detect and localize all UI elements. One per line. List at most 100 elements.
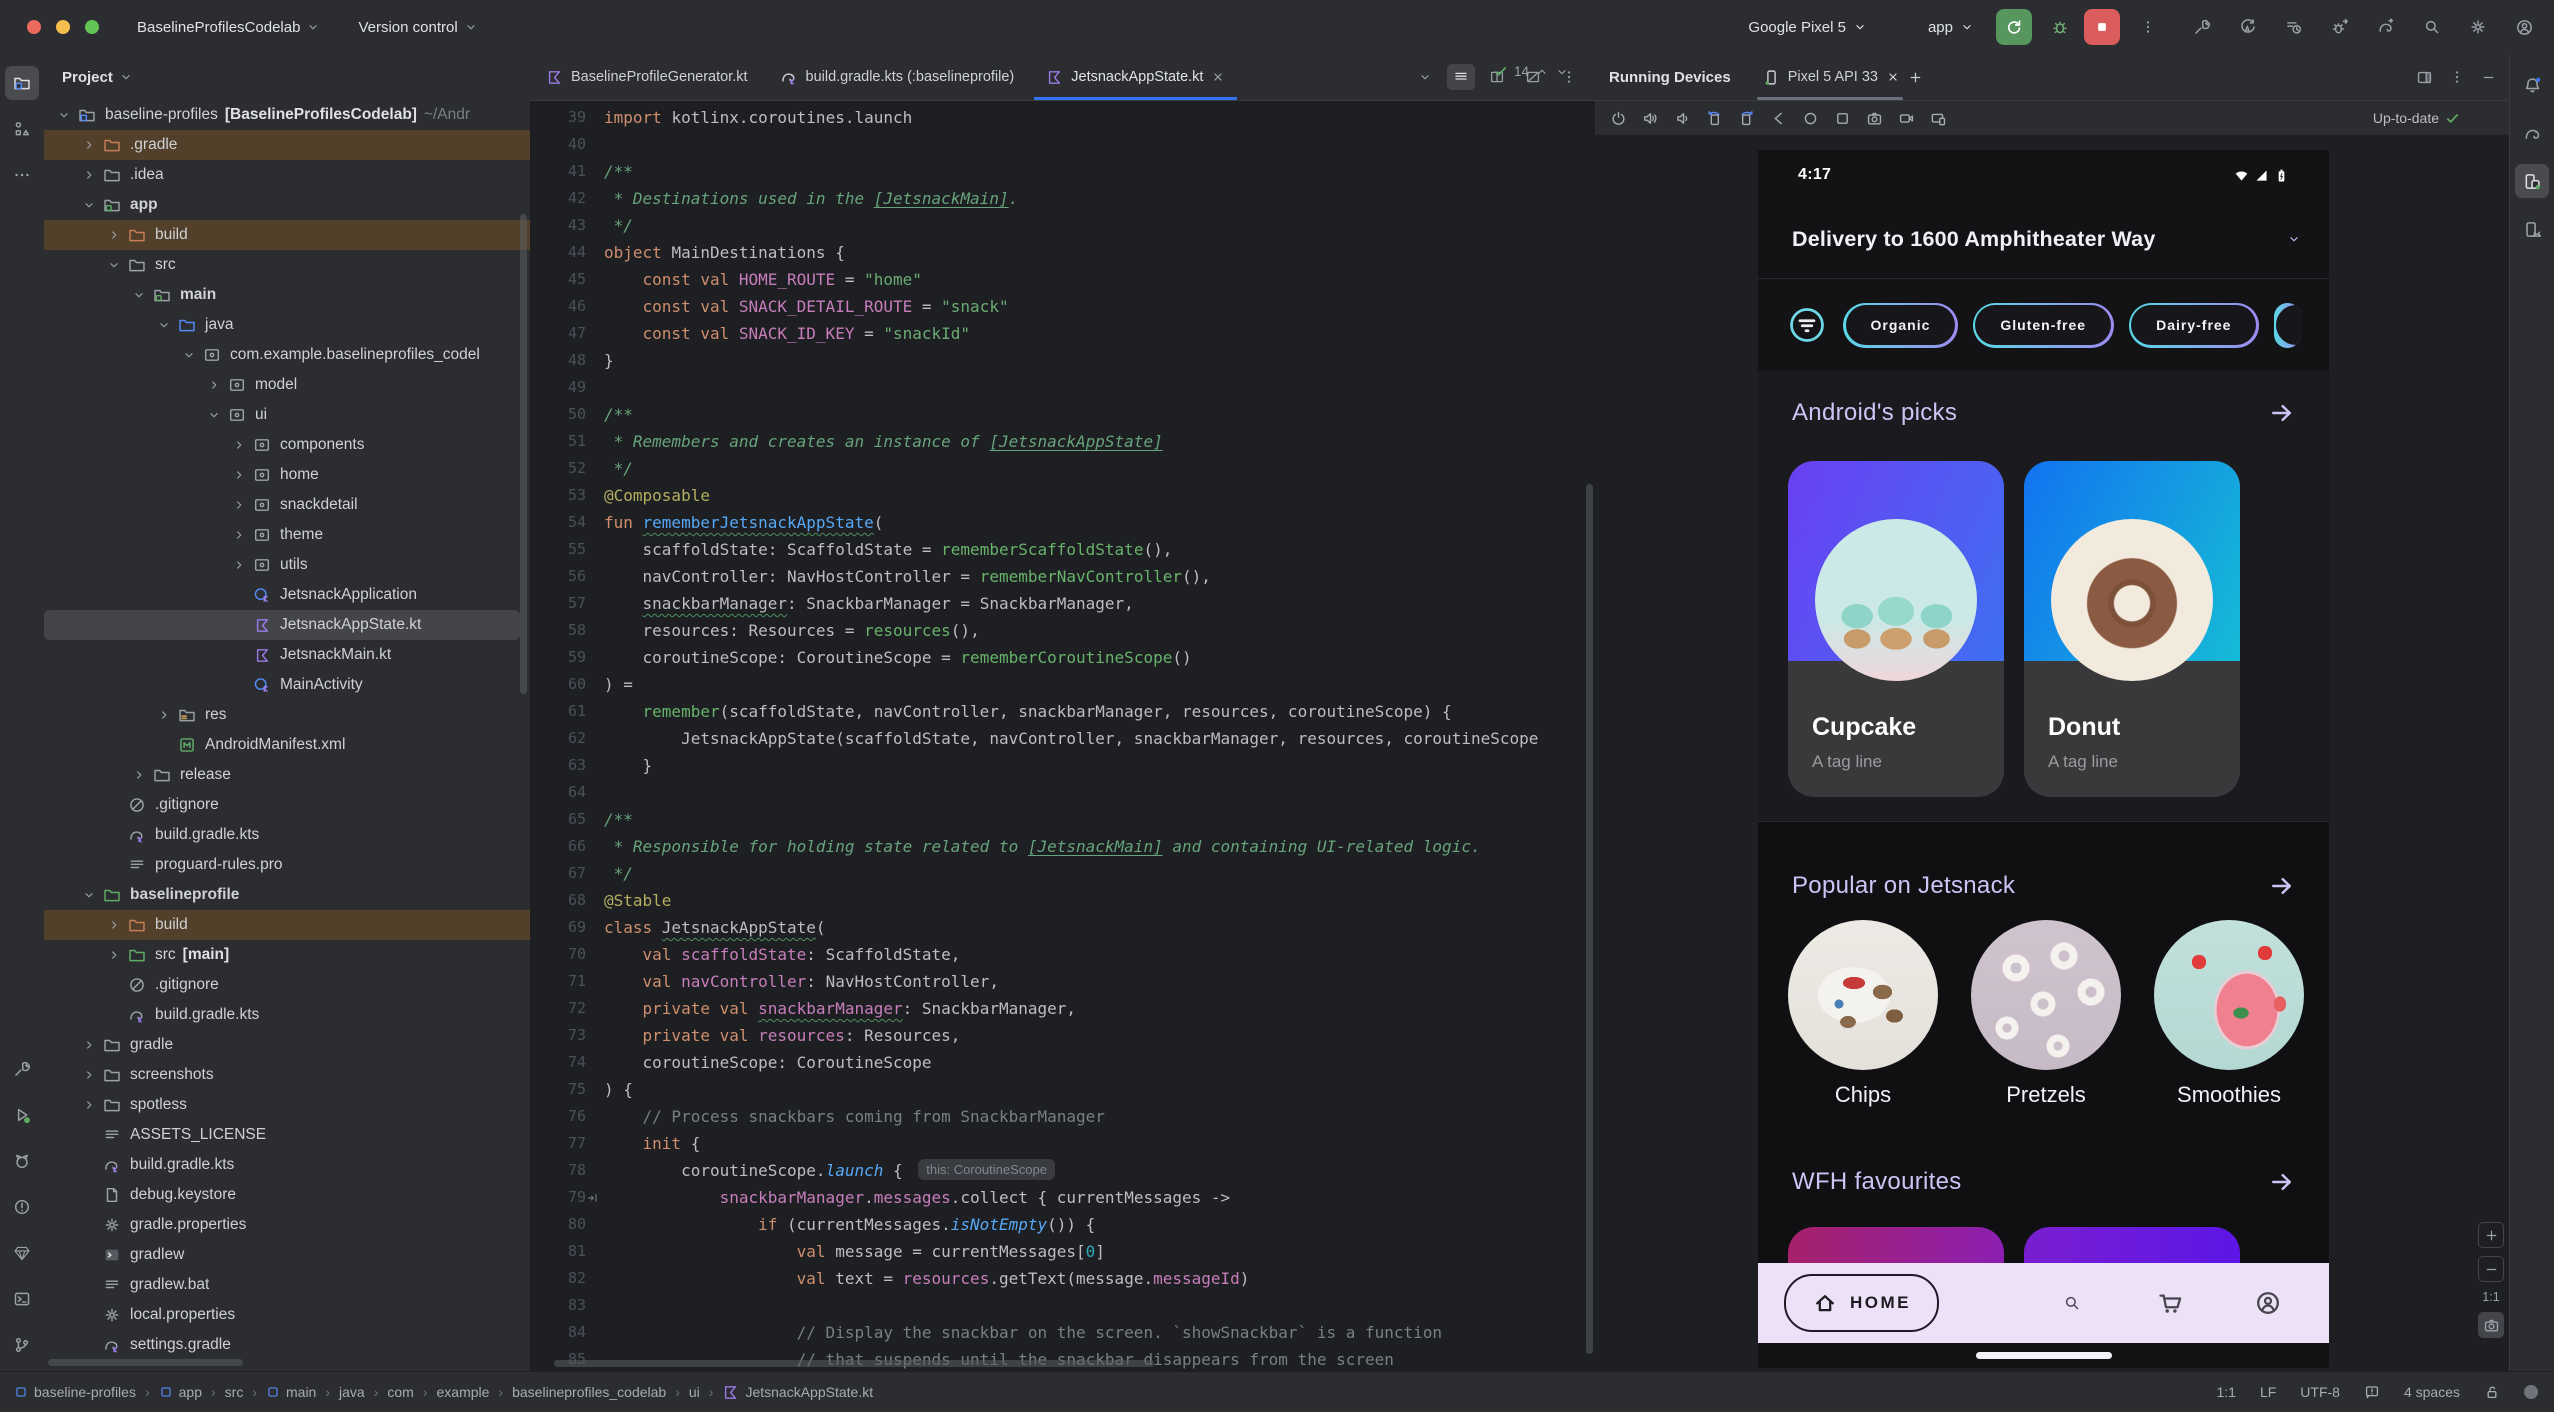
chevron-right-icon[interactable] [102, 914, 126, 936]
tree-item-.gitignore[interactable]: .gitignore [44, 970, 530, 1000]
arrow-right-icon[interactable] [2269, 1169, 2295, 1195]
emu-rotate-left-button[interactable] [1701, 106, 1727, 130]
panel-layout-icon[interactable] [2416, 69, 2433, 86]
tree-item-proguard-rules.pro[interactable]: proguard-rules.pro [44, 850, 530, 880]
zoom-in-button[interactable] [2478, 1222, 2504, 1248]
tree-item-screenshots[interactable]: screenshots [44, 1060, 530, 1090]
close-icon[interactable] [1211, 70, 1225, 84]
code-editor[interactable]: 39 import kotlinx.coroutines.launch 40 41 /*… [530, 100, 1595, 1372]
tree-item-AndroidManifest.xml[interactable]: AndroidManifest.xml [44, 730, 530, 760]
chevron-down-icon[interactable] [127, 284, 151, 306]
breadcrumb-src[interactable]: src [225, 1384, 244, 1400]
tree-item-MainActivity[interactable]: MainActivity [44, 670, 530, 700]
project-view-selector[interactable]: Project [62, 69, 113, 86]
tree-item-gradlew[interactable]: gradlew [44, 1240, 530, 1270]
tree-item-gradle.properties[interactable]: gradle.properties [44, 1210, 530, 1240]
tree-item-baselineprofile[interactable]: baselineprofile [44, 880, 530, 910]
chevron-down-icon[interactable] [202, 404, 226, 426]
emu-hardware-input-button[interactable] [1925, 106, 1951, 130]
zoom-reset-button[interactable]: 1:1 [2482, 1290, 2499, 1304]
profiler-icon[interactable] [2278, 11, 2310, 43]
attach-debugger-icon[interactable] [2324, 11, 2356, 43]
breadcrumb-main[interactable]: main [266, 1384, 316, 1400]
snack-card-Cupcake[interactable]: Cupcake A tag line [1788, 461, 2004, 797]
editor-hscrollbar[interactable] [554, 1360, 1154, 1367]
chevron-right-icon[interactable] [127, 764, 151, 786]
tree-item-ASSETS_LICENSE[interactable]: ASSETS_LICENSE [44, 1120, 530, 1150]
editor-tab-BaselineProfileGenerator.kt[interactable]: BaselineProfileGenerator.kt [530, 54, 764, 100]
emu-home-button[interactable] [1797, 106, 1823, 130]
tool-structure-button[interactable] [5, 112, 39, 146]
tree-item-components[interactable]: components [44, 430, 530, 460]
chevron-right-icon[interactable] [227, 524, 251, 546]
emu-record-button[interactable] [1893, 106, 1919, 130]
chevron-right-icon[interactable] [227, 554, 251, 576]
chevron-down-icon[interactable] [152, 314, 176, 336]
editor-tab-JetsnackAppState.kt[interactable]: JetsnackAppState.kt [1030, 54, 1241, 100]
emu-power-button[interactable] [1605, 106, 1631, 130]
build-icon[interactable] [2186, 11, 2218, 43]
tree-item-release[interactable]: release [44, 760, 530, 790]
tool-terminal-button[interactable] [5, 1282, 39, 1316]
tool-run-button[interactable] [5, 1098, 39, 1132]
chevron-up-icon[interactable] [1535, 65, 1549, 79]
chevron-right-icon[interactable] [227, 494, 251, 516]
inspection-highlight-icon[interactable] [2364, 1384, 2380, 1400]
rerun-button[interactable] [1996, 9, 2032, 45]
tree-item-.gradle[interactable]: .gradle [44, 130, 530, 160]
tree-item-theme[interactable]: theme [44, 520, 530, 550]
editor-tab-build.gradle.kts (:baselineprofile)[interactable]: build.gradle.kts (:baselineprofile) [764, 54, 1031, 100]
arrow-right-icon[interactable] [2269, 400, 2295, 426]
tool-running-devices-button[interactable] [2515, 164, 2549, 198]
snack-item-Smoothies[interactable]: Smoothies [2154, 920, 2304, 1108]
close-icon[interactable] [1886, 70, 1900, 84]
zoom-window-button[interactable] [85, 20, 99, 34]
account-icon[interactable] [2508, 11, 2540, 43]
tool-problems-button[interactable] [5, 1190, 39, 1224]
tree-item-home[interactable]: home [44, 460, 530, 490]
plus-icon[interactable] [1908, 70, 1923, 85]
nav-cart-button[interactable] [2135, 1289, 2205, 1317]
minimize-window-button[interactable] [56, 20, 70, 34]
tree-item-ui[interactable]: ui [44, 400, 530, 430]
breadcrumb-ui[interactable]: ui [689, 1384, 700, 1400]
tab-list-chevron-icon[interactable] [1411, 64, 1439, 90]
sync-icon[interactable] [2232, 11, 2264, 43]
chevron-down-icon[interactable] [77, 194, 101, 216]
tree-item-build[interactable]: build [44, 220, 530, 250]
home-indicator[interactable] [1975, 1352, 2112, 1359]
caret-position[interactable]: 1:1 [2216, 1384, 2235, 1400]
tree-item-main[interactable]: main [44, 280, 530, 310]
more-actions-button[interactable] [2132, 11, 2164, 43]
breadcrumb-example[interactable]: example [437, 1384, 490, 1400]
tool-device-manager-button[interactable] [2515, 212, 2549, 246]
nav-home-button[interactable]: HOME [1784, 1274, 1939, 1332]
emu-rotate-right-button[interactable] [1733, 106, 1759, 130]
indent-style[interactable]: 4 spaces [2404, 1384, 2460, 1400]
tool-project-button[interactable] [5, 66, 39, 100]
tool-build-button[interactable] [5, 1052, 39, 1086]
nav-profile-button[interactable] [2233, 1289, 2303, 1317]
tree-item-gradle[interactable]: gradle [44, 1030, 530, 1060]
tree-item-local.properties[interactable]: local.properties [44, 1300, 530, 1330]
tree-item-app[interactable]: app [44, 190, 530, 220]
chevron-down-icon[interactable] [1555, 65, 1569, 79]
unlock-icon[interactable] [2484, 1384, 2500, 1400]
gradle-sync-icon[interactable] [2370, 11, 2402, 43]
delivery-selector[interactable]: Delivery to 1600 Amphitheater Way [1758, 200, 2329, 279]
debug-button[interactable] [2044, 11, 2076, 43]
project-hscrollbar[interactable] [48, 1359, 243, 1366]
tree-item-JetsnackAppState.kt[interactable]: JetsnackAppState.kt [44, 610, 520, 640]
settings-icon[interactable] [2462, 11, 2494, 43]
chevron-down-icon[interactable] [102, 254, 126, 276]
breadcrumb-JetsnackAppState.kt[interactable]: JetsnackAppState.kt [722, 1384, 873, 1401]
breadcrumb-app[interactable]: app [159, 1384, 202, 1400]
chevron-right-icon[interactable] [77, 1034, 101, 1056]
tree-item-settings.gradle[interactable]: settings.gradle [44, 1330, 530, 1360]
chevron-right-icon[interactable] [102, 944, 126, 966]
tree-item-JetsnackMain.kt[interactable]: JetsnackMain.kt [44, 640, 530, 670]
stop-button[interactable] [2084, 9, 2120, 45]
tree-item-.gitignore[interactable]: .gitignore [44, 790, 530, 820]
breadcrumb-com[interactable]: com [387, 1384, 413, 1400]
tool-version-control-button[interactable] [5, 1328, 39, 1362]
